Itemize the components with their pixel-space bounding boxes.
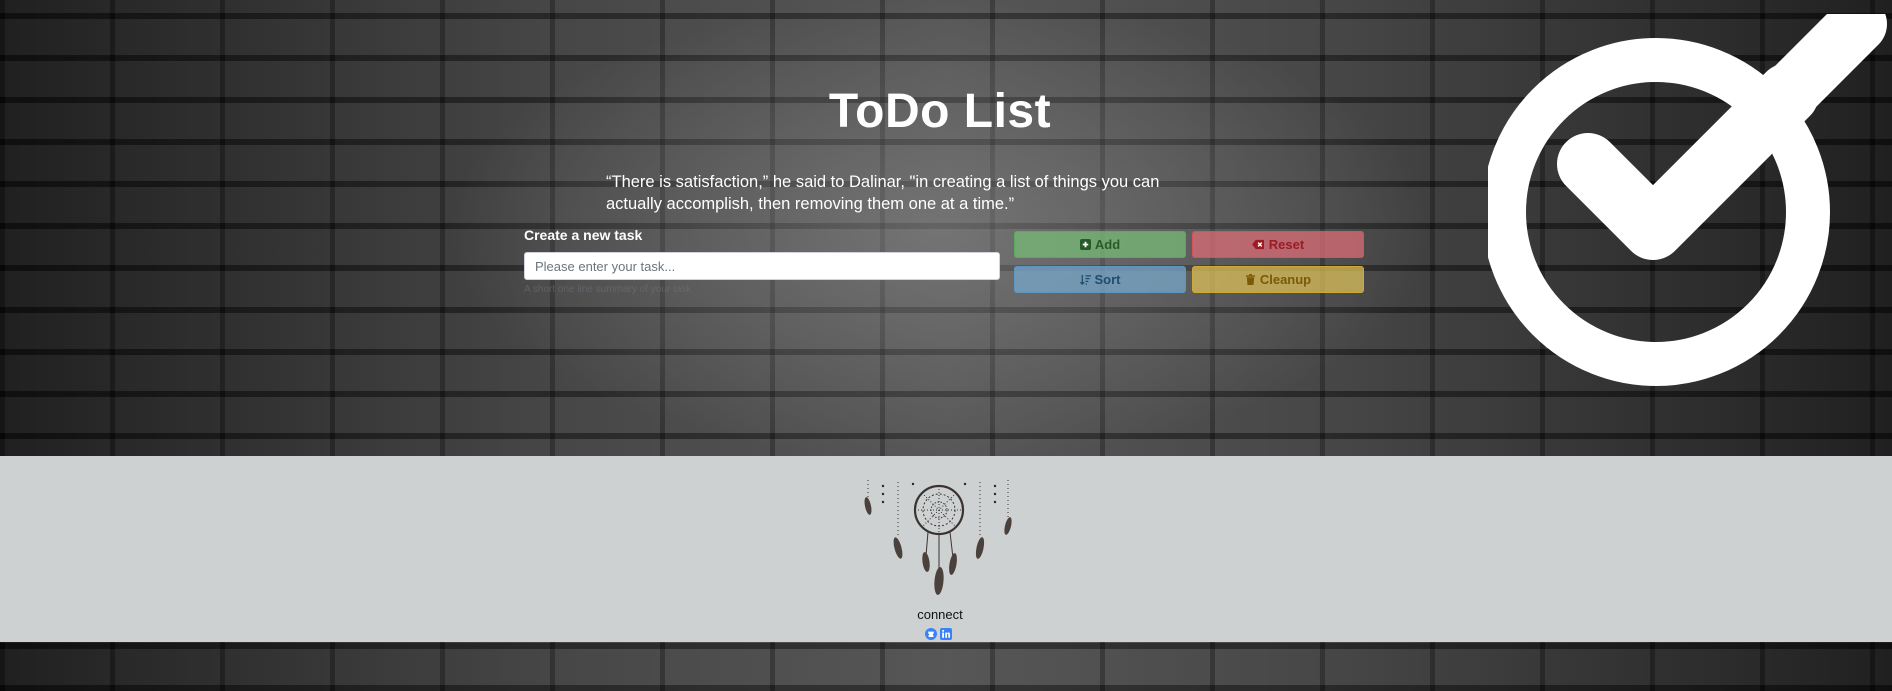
backspace-icon xyxy=(1251,239,1264,250)
check-circle-logo-icon xyxy=(1488,14,1887,386)
task-help-text: A short one line summary of your task xyxy=(524,284,692,295)
sort-button[interactable]: Sort xyxy=(1014,266,1186,293)
linkedin-icon[interactable] xyxy=(940,625,952,640)
quote-text: “There is satisfaction,” he said to Dali… xyxy=(606,173,1160,213)
cleanup-button[interactable]: Cleanup xyxy=(1192,266,1364,293)
sort-icon xyxy=(1079,274,1091,285)
new-task-label: Create a new task xyxy=(524,227,643,243)
add-button-label: Add xyxy=(1094,237,1121,252)
cleanup-button-label: Cleanup xyxy=(1259,272,1312,287)
connect-label: connect xyxy=(917,607,963,622)
reset-button[interactable]: Reset xyxy=(1192,231,1364,258)
dreamcatcher-image xyxy=(864,480,1012,595)
plus-square-icon xyxy=(1079,239,1091,250)
page-title: ToDo List xyxy=(828,85,1052,138)
sort-button-label: Sort xyxy=(1094,272,1121,287)
add-button[interactable]: Add xyxy=(1014,231,1186,258)
trash-icon xyxy=(1245,274,1255,285)
task-input[interactable] xyxy=(524,252,1000,280)
github-icon[interactable] xyxy=(925,625,937,640)
social-links xyxy=(925,625,952,640)
reset-button-label: Reset xyxy=(1268,237,1305,252)
